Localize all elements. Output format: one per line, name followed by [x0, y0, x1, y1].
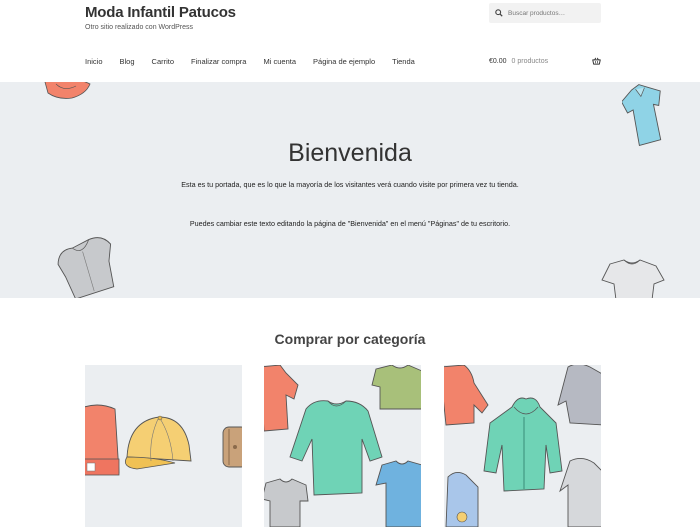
cart-amount[interactable]: €0.00: [489, 58, 507, 65]
search-box[interactable]: [489, 3, 601, 23]
hero-paragraph-1: Esta es tu portada, que es lo que la may…: [181, 180, 519, 189]
hoodies-illustration: [444, 365, 601, 527]
nav-item-finalizar-compra[interactable]: Finalizar compra: [191, 57, 246, 66]
category-accessories-tile[interactable]: [85, 365, 242, 527]
nav-item-mi-cuenta[interactable]: Mi cuenta: [263, 57, 296, 66]
grey-tshirt-illustration: [601, 259, 665, 298]
search-icon: [495, 9, 503, 17]
categories-title: Comprar por categoría: [274, 331, 426, 347]
accessories-illustration: [85, 404, 242, 476]
hero-section: Bienvenida Esta es tu portada, que es lo…: [0, 82, 700, 298]
primary-nav: Inicio Blog Carrito Finalizar compra Mi …: [85, 57, 432, 66]
nav-item-pagina-ejemplo[interactable]: Página de ejemplo: [313, 57, 375, 66]
header-cart[interactable]: €0.00 0 productos: [489, 57, 601, 65]
clothing-illustration: [264, 365, 421, 527]
hero-paragraph-2: Puedes cambiar este texto editando la pá…: [189, 219, 511, 228]
hero-title: Bienvenida: [288, 139, 412, 167]
site-description: Otro sitio realizado con WordPress: [85, 24, 194, 31]
nav-item-tienda[interactable]: Tienda: [392, 57, 415, 66]
basket-icon[interactable]: [592, 57, 601, 65]
nav-item-blog[interactable]: Blog: [120, 57, 135, 66]
category-hoodies-tile[interactable]: [444, 365, 601, 527]
site-title[interactable]: Moda Infantil Patucos: [85, 4, 236, 21]
blue-polo-illustration: [622, 84, 662, 146]
grey-hoodie-illustration: [57, 237, 115, 298]
search-input[interactable]: [508, 9, 598, 17]
nav-item-inicio[interactable]: Inicio: [85, 57, 103, 66]
red-jacket-illustration: [44, 82, 91, 99]
cart-count[interactable]: 0 productos: [512, 58, 549, 65]
nav-item-carrito[interactable]: Carrito: [152, 57, 175, 66]
category-clothing-tile[interactable]: [264, 365, 421, 527]
site-header: Moda Infantil Patucos Otro sitio realiza…: [0, 0, 700, 82]
